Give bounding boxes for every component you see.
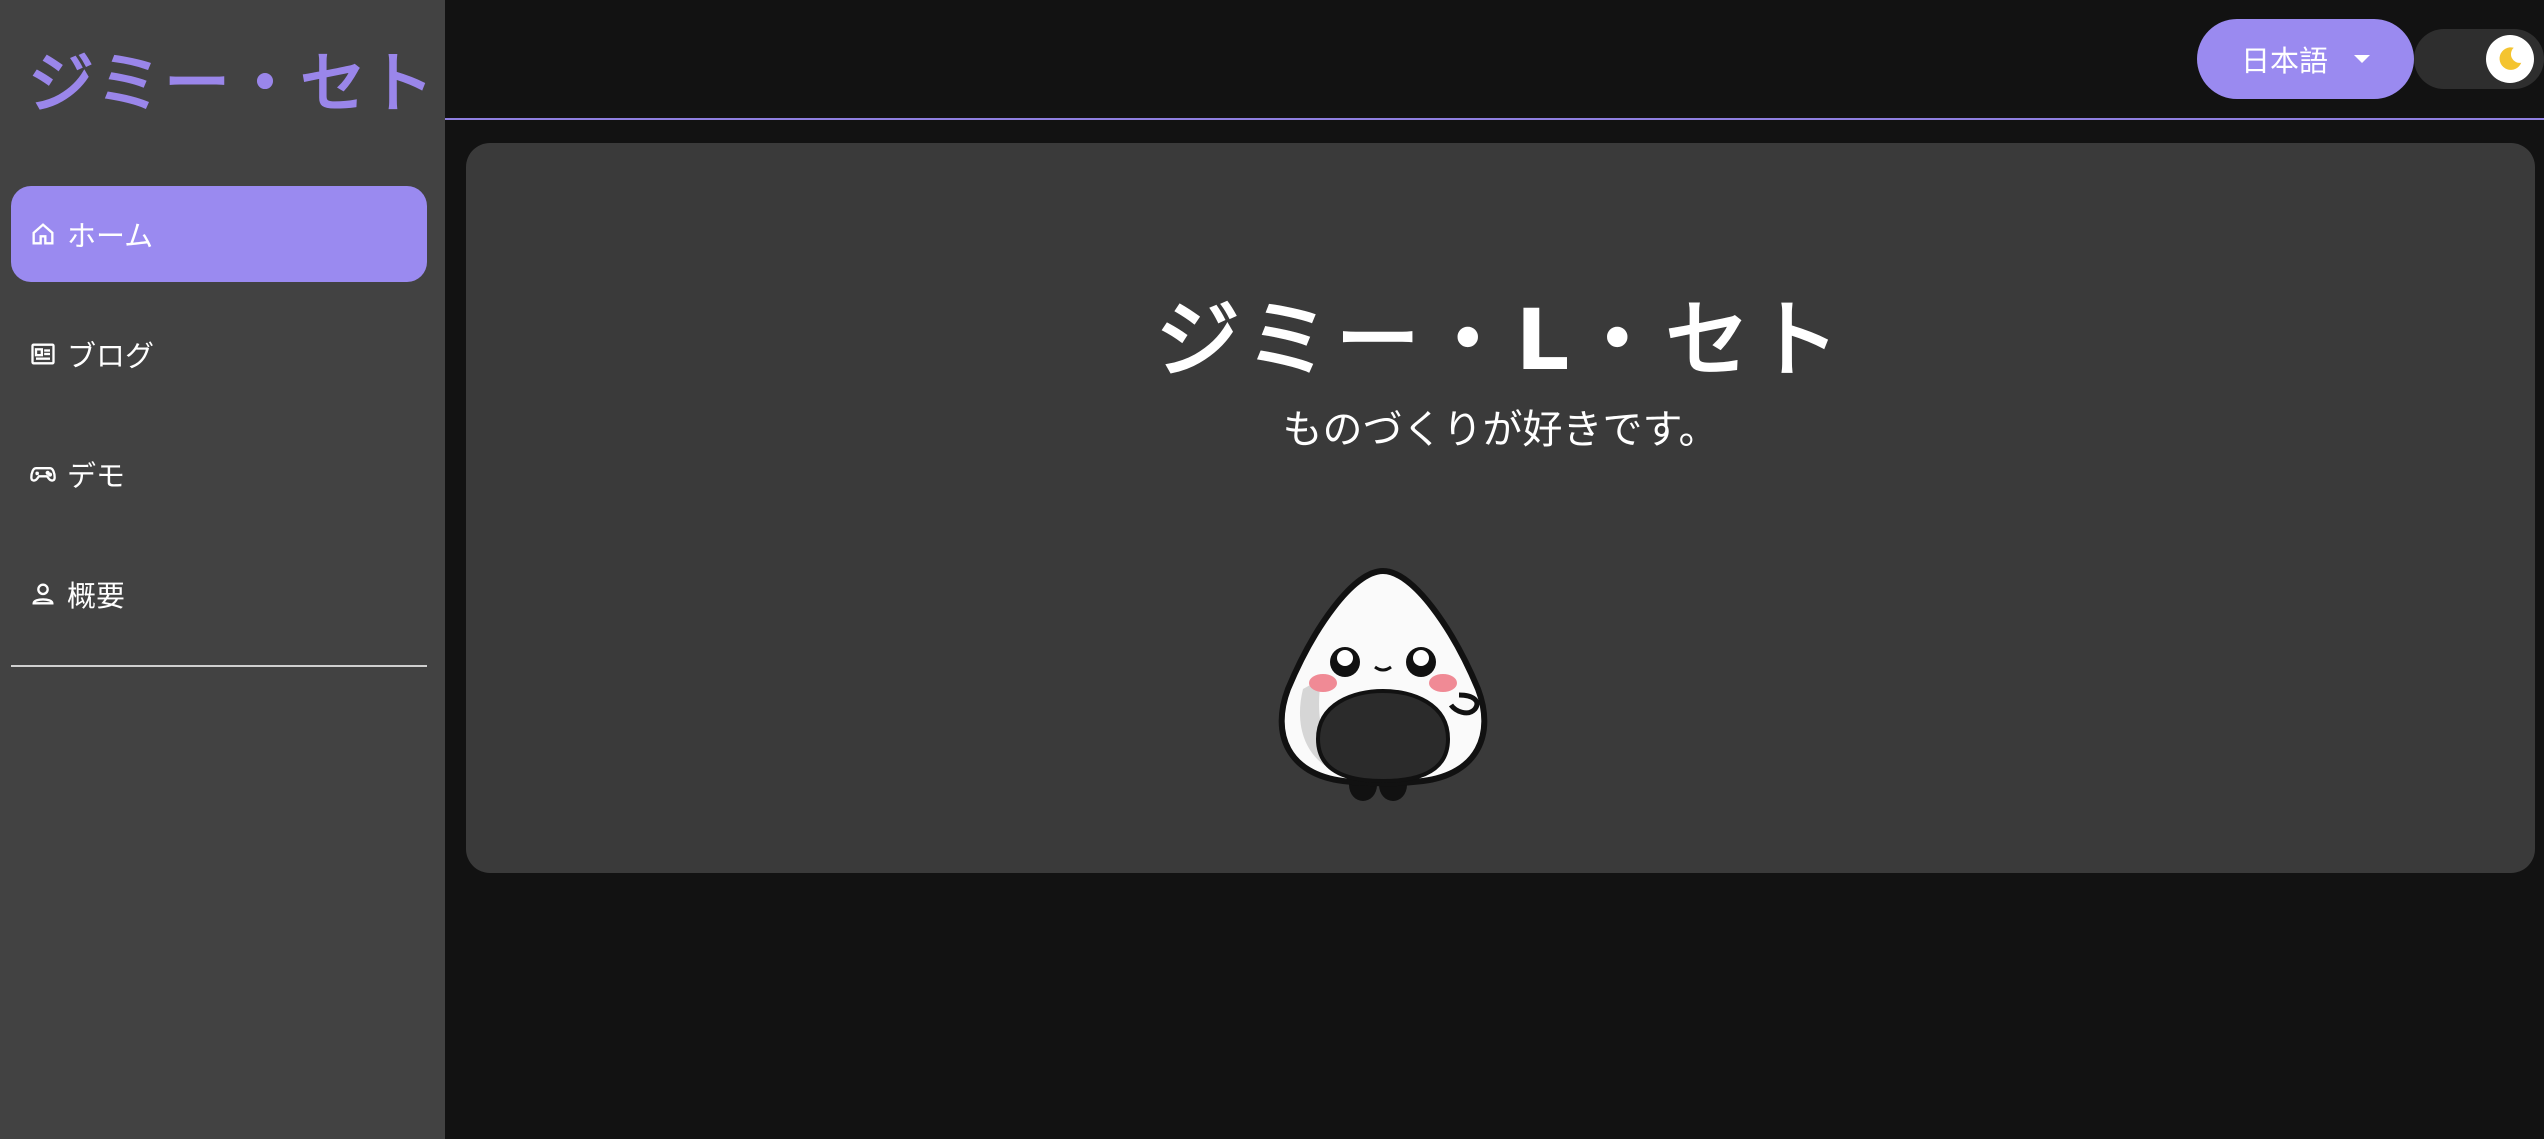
sidebar-item-label: ブログ — [67, 339, 155, 373]
sidebar-item-demo[interactable]: デモ — [11, 426, 427, 522]
theme-toggle[interactable] — [2414, 29, 2544, 89]
language-label: 日本語 — [2240, 44, 2328, 78]
hero-title: ジミー・L・セト — [1155, 291, 1846, 389]
sidebar-item-home[interactable]: ホーム — [11, 186, 427, 282]
onigiri-mascot — [1278, 567, 1488, 801]
sidebar-item-label: ホーム — [67, 219, 154, 253]
sidebar-item-blog[interactable]: ブログ — [11, 306, 427, 402]
chevron-down-icon — [2354, 55, 2370, 63]
gamepad-icon — [29, 460, 57, 488]
language-select-button[interactable]: 日本語 — [2197, 19, 2414, 99]
sidebar-item-label: デモ — [67, 459, 126, 493]
moon-icon — [2499, 47, 2522, 70]
sidebar-divider — [11, 665, 427, 667]
newspaper-icon — [29, 340, 57, 368]
sidebar-item-label: 概要 — [67, 579, 126, 613]
brand-title[interactable]: ジミー・セト — [28, 30, 436, 126]
hero-subtitle: ものづくりが好きです。 — [1282, 407, 1719, 453]
sidebar: ジミー・セト ホーム ブログ デモ 概要 — [0, 0, 445, 1139]
person-icon — [29, 580, 57, 608]
toggle-knob — [2486, 35, 2534, 83]
hero-card: ジミー・L・セト ものづくりが好きです。 — [466, 143, 2535, 873]
sidebar-nav: ホーム ブログ デモ 概要 — [11, 186, 427, 666]
sidebar-item-about[interactable]: 概要 — [11, 546, 427, 642]
home-icon — [29, 220, 57, 248]
